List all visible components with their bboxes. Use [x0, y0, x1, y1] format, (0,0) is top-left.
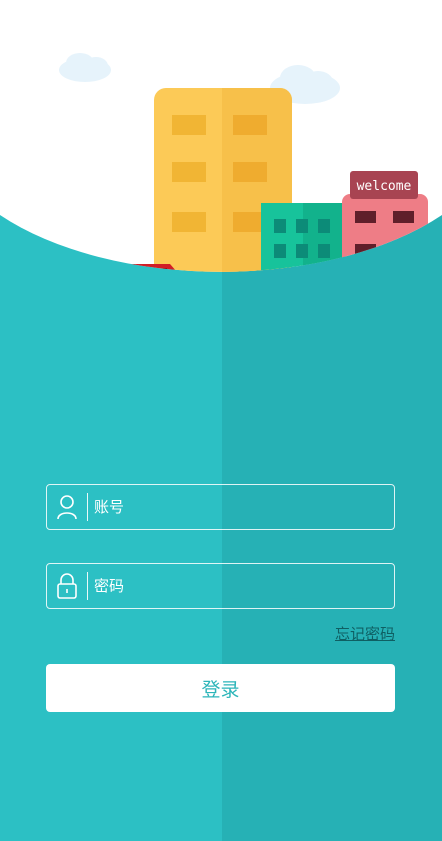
- password-field: [46, 563, 395, 609]
- bush-left: [36, 261, 107, 272]
- login-button[interactable]: 登录: [46, 664, 395, 712]
- green-building: [261, 203, 345, 272]
- tall-building: [154, 88, 292, 272]
- shop: [123, 264, 177, 272]
- bush-right: [244, 277, 364, 313]
- city-illustration: welcome: [0, 0, 442, 370]
- password-input[interactable]: [88, 564, 394, 608]
- user-icon: [47, 485, 87, 529]
- account-input[interactable]: [88, 485, 394, 529]
- road: [0, 310, 442, 370]
- account-field: [46, 484, 395, 530]
- welcome-sign-text: welcome: [357, 179, 412, 194]
- forgot-password-link[interactable]: 忘记密码: [46, 623, 395, 644]
- pink-building: [342, 194, 428, 272]
- signpost: [98, 268, 103, 272]
- lock-icon: [47, 564, 87, 608]
- login-form: 忘记密码 登录: [46, 484, 395, 712]
- welcome-sign: welcome: [350, 171, 418, 199]
